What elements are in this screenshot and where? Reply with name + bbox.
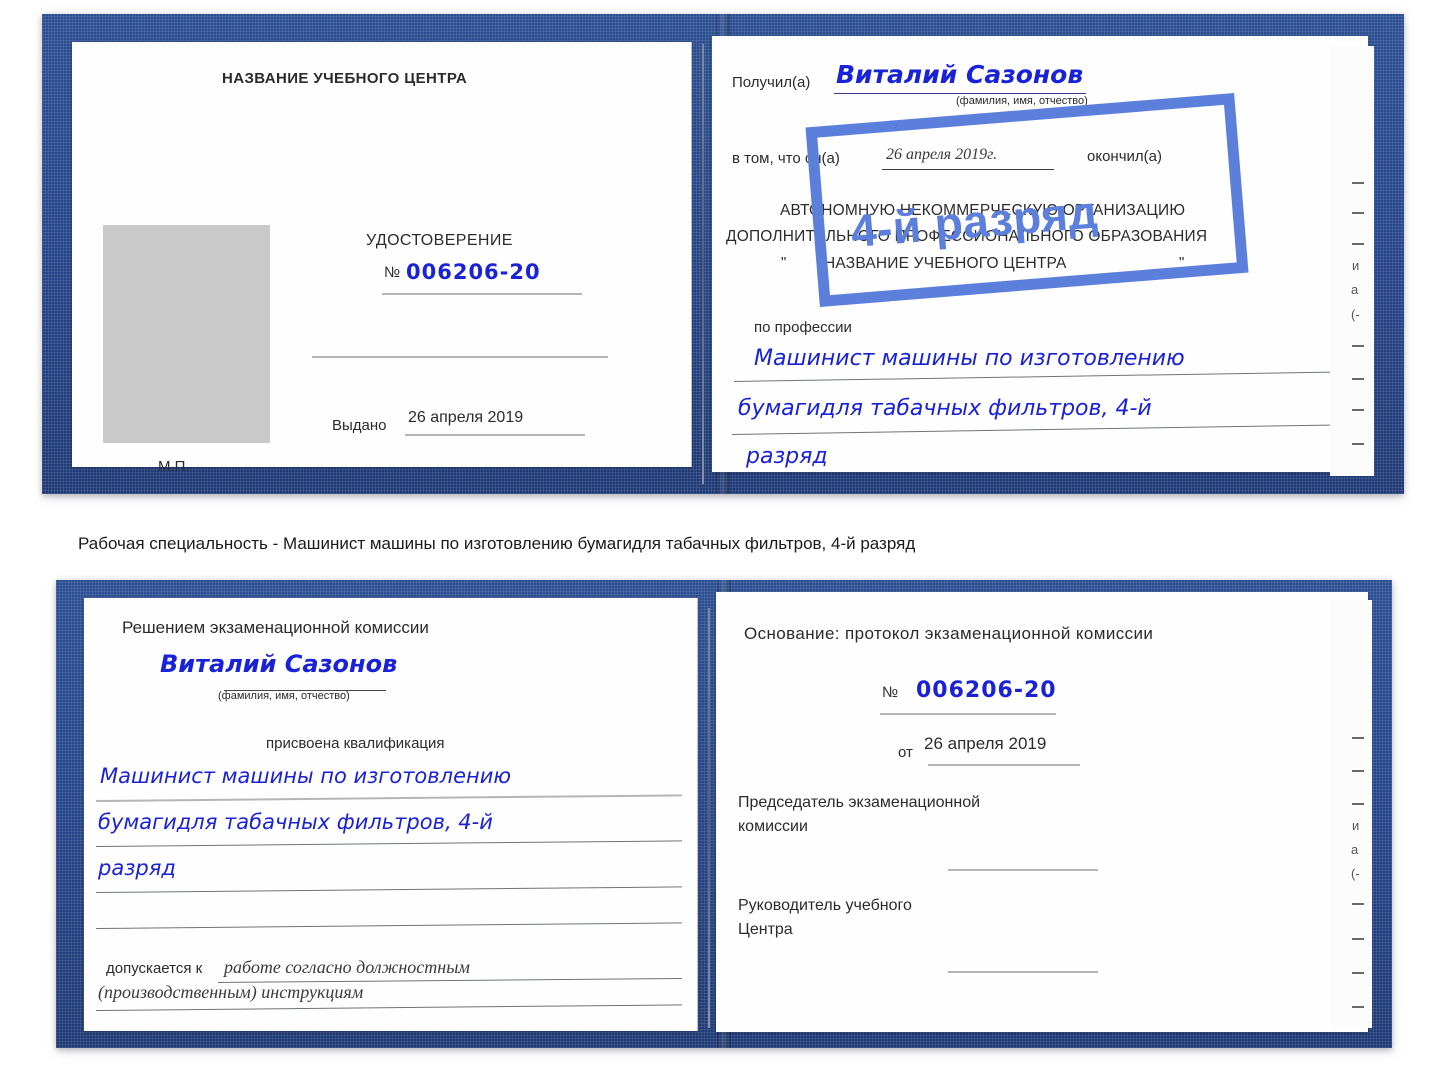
basis-label: Основание: протокол экзаменационной коми… <box>744 624 1154 643</box>
bottom-number-label: № <box>882 684 899 701</box>
b-edge-dash-5 <box>1352 938 1364 940</box>
edge-glyph-bracket: (- <box>1351 307 1360 322</box>
qual-rule2 <box>95 840 682 847</box>
issued-label: Выдано <box>332 417 387 434</box>
qualification-line2: бумагидля табачных фильтров, 4-й <box>98 810 493 834</box>
top-left-doc-title: УДОСТОВЕРЕНИЕ <box>366 232 513 249</box>
received-name: Виталий Сазонов <box>836 60 1084 89</box>
b-edge-dash-2 <box>1352 770 1364 772</box>
clause-date-rule <box>882 169 1054 170</box>
b-edge-glyph-i: и <box>1352 818 1360 833</box>
qual-rule4 <box>95 922 682 929</box>
seal-label: М.П. <box>158 458 190 475</box>
number-rule <box>382 293 582 295</box>
b-edge-dash-4 <box>1352 903 1364 905</box>
head-line1: Руководитель учебного <box>738 897 912 914</box>
edge-dash-7 <box>1352 443 1364 445</box>
chairman-signature-rule <box>948 869 1098 871</box>
b-edge-dash-6 <box>1352 972 1364 974</box>
profession-line3: разряд <box>746 444 828 469</box>
edge-glyph-a: а <box>1351 282 1359 297</box>
qual-rule1 <box>95 794 682 802</box>
bottom-book-gutter <box>708 608 710 1028</box>
b-edge-dash-1 <box>1352 737 1364 739</box>
blank-rule <box>312 356 608 358</box>
top-right-page: Получил(а) Виталий Сазонов (фамилия, имя… <box>712 36 1368 472</box>
admitted-rule2 <box>95 1004 682 1011</box>
b-edge-glyph-bracket: (- <box>1351 866 1360 881</box>
bottom-number-rule <box>880 713 1056 715</box>
edge-dash-6 <box>1352 409 1364 411</box>
profession-rule1 <box>733 371 1354 382</box>
top-left-page: НАЗВАНИЕ УЧЕБНОГО ЦЕНТРА УДОСТОВЕРЕНИЕ №… <box>72 42 692 475</box>
org-quote-open: " <box>781 254 787 271</box>
b-edge-dash-3 <box>1352 803 1364 805</box>
received-rule <box>834 93 1086 94</box>
head-line2: Центра <box>738 921 793 938</box>
clause-prefix: в том, что он(а) <box>732 150 840 167</box>
number-value: 006206-20 <box>406 260 541 284</box>
admitted-label: допускается к <box>106 960 203 977</box>
edge-dash-3 <box>1352 243 1364 245</box>
admitted-value-line1: работе согласно должностным <box>224 957 470 977</box>
bottom-date-rule <box>928 764 1080 766</box>
b-edge-glyph-a: а <box>1351 842 1359 857</box>
org-name: НАЗВАНИЕ УЧЕБНОГО ЦЕНТРА <box>824 255 1067 272</box>
qualification-line1: Машинист машины по изготовлению <box>100 764 512 788</box>
received-label: Получил(а) <box>732 74 811 91</box>
clause-suffix: окончил(а) <box>1087 148 1162 165</box>
edge-dash-2 <box>1352 212 1364 214</box>
chairman-line1: Председатель экзаменационной <box>738 794 981 811</box>
number-label: № <box>384 264 401 281</box>
bottom-date-value: 26 апреля 2019 <box>924 734 1047 753</box>
org-line2: ДОПОЛНИТЕЛЬНОГО ПРОФЕССИОНАЛЬНОГО ОБРАЗО… <box>726 228 1208 245</box>
bottom-date-label: от <box>898 744 913 761</box>
qualification-line3: разряд <box>98 856 176 880</box>
edge-dash-4 <box>1352 345 1364 347</box>
admitted-value-line2: (производственным) инструкциям <box>98 982 364 1002</box>
edge-dash-5 <box>1352 378 1364 380</box>
bottom-page-edge-strip <box>1330 600 1372 1028</box>
profession-rule2 <box>731 424 1354 435</box>
head-signature-rule <box>948 971 1098 973</box>
bottom-right-page: Основание: протокол экзаменационной коми… <box>716 592 1368 1032</box>
bottom-left-name-hint: (фамилия, имя, отчество) <box>218 690 350 702</box>
qualification-label: присвоена квалификация <box>266 735 445 752</box>
name-hint: (фамилия, имя, отчество) <box>956 95 1088 107</box>
top-book-gutter <box>702 44 704 484</box>
edge-dash-1 <box>1352 182 1364 184</box>
b-edge-dash-7 <box>1352 1006 1364 1008</box>
org-line1: АВТОНОМНУЮ НЕКОММЕРЧЕСКУЮ ОРГАНИЗАЦИЮ <box>780 202 1186 219</box>
bottom-left-heading: Решением экзаменационной комиссии <box>122 618 429 637</box>
top-left-heading: НАЗВАНИЕ УЧЕБНОГО ЦЕНТРА <box>222 70 468 87</box>
profession-line1: Машинист машины по изготовлению <box>754 346 1185 371</box>
issued-value: 26 апреля 2019 <box>408 409 524 426</box>
profession-label: по профессии <box>754 319 852 336</box>
image-caption: Рабочая специальность - Машинист машины … <box>78 534 916 553</box>
edge-glyph-i: и <box>1352 258 1360 273</box>
screenshot-root: НАЗВАНИЕ УЧЕБНОГО ЦЕНТРА УДОСТОВЕРЕНИЕ №… <box>0 0 1448 1085</box>
bottom-number-value: 006206-20 <box>916 678 1057 703</box>
org-quote-close: " <box>1179 254 1185 271</box>
chairman-line2: комиссии <box>738 818 808 835</box>
issued-rule <box>405 434 585 436</box>
bottom-left-page: Решением экзаменационной комиссии Витали… <box>84 598 698 1031</box>
bottom-left-name: Виталий Сазонов <box>160 650 398 678</box>
clause-date: 26 апреля 2019г. <box>886 146 998 163</box>
qual-rule3 <box>95 886 682 893</box>
photo-placeholder <box>103 225 270 443</box>
profession-line2: бумагидля табачных фильтров, 4-й <box>738 396 1152 421</box>
